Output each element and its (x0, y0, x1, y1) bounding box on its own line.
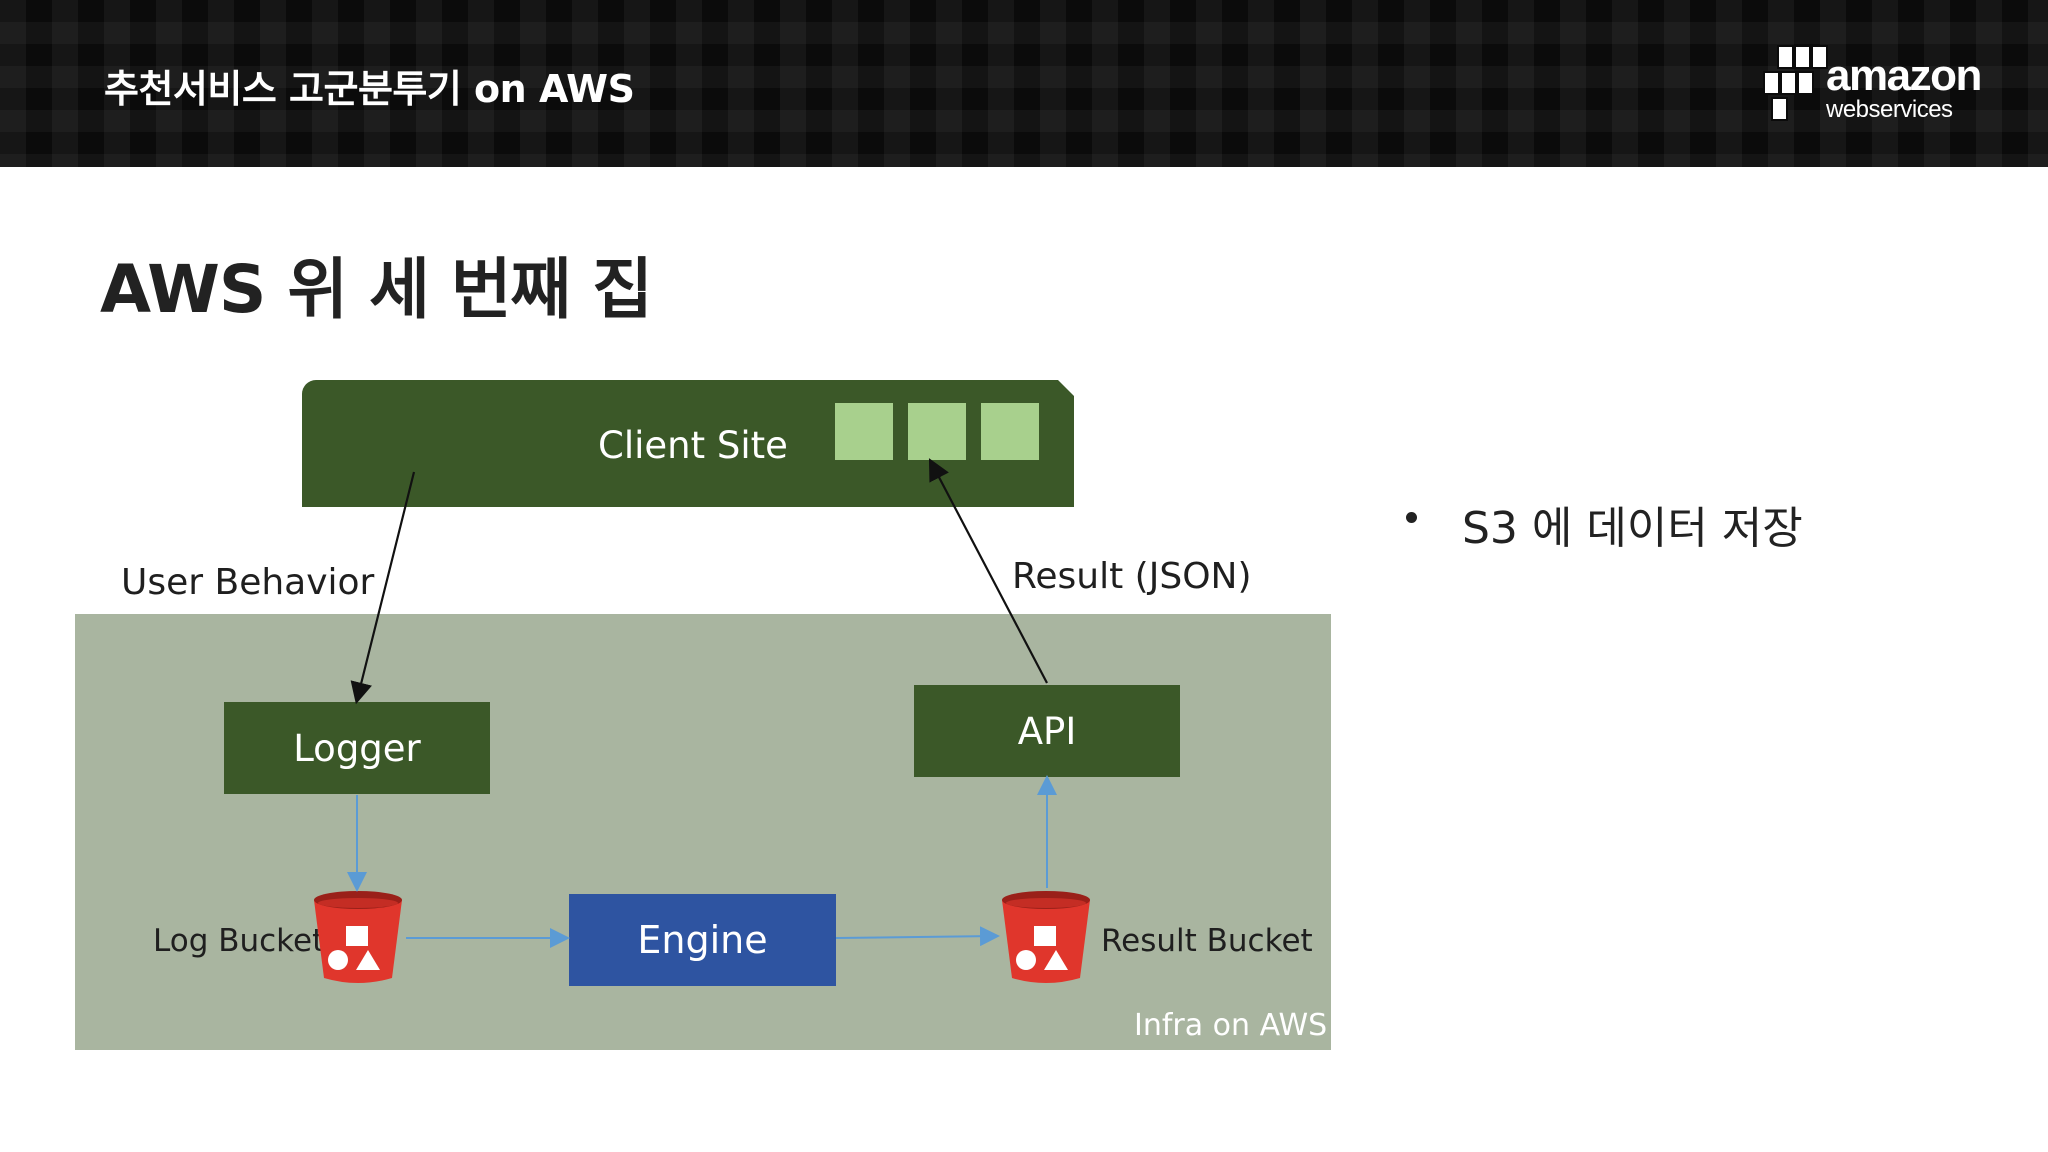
bullet-dot (1406, 512, 1417, 523)
arrow-client-to-logger (350, 471, 416, 705)
bullet-item: S3 에 데이터 저장 (1462, 503, 1803, 554)
diagram-arrows (347, 458, 1057, 948)
arrow-api-to-client (928, 458, 1048, 684)
architecture-diagram: Client Site User Behavior Result (JSON) … (0, 0, 2048, 1152)
arrow-engine-to-result-bucket (835, 926, 1000, 947)
